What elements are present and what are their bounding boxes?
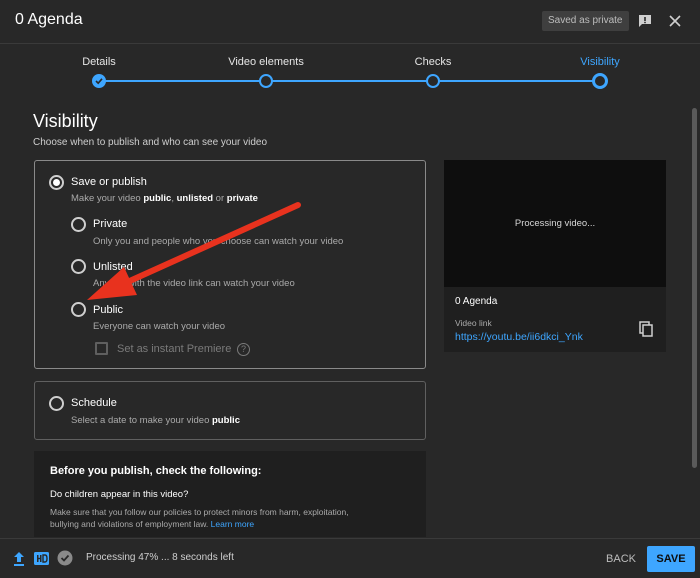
back-button[interactable]: BACK	[601, 548, 641, 570]
dialog-title: 0 Agenda	[15, 11, 83, 28]
checkmark-icon	[95, 78, 103, 85]
save-or-publish-radio[interactable]	[49, 175, 64, 190]
section-title: Visibility	[33, 111, 98, 131]
close-icon	[669, 15, 681, 27]
dialog-footer: Processing 47% ... 8 seconds left BACK S…	[0, 538, 700, 578]
close-button[interactable]	[664, 10, 686, 32]
upload-stepper: Details Video elements Checks Visibility	[0, 50, 700, 92]
save-or-publish-desc: Make your video public, unlisted or priv…	[71, 193, 258, 204]
video-link[interactable]: https://youtu.be/ii6dkci_Ynk	[455, 331, 583, 343]
preview-video-title: 0 Agenda	[455, 296, 498, 307]
schedule-radio[interactable]	[49, 396, 64, 411]
public-radio[interactable]	[71, 302, 86, 317]
step-video-elements-label[interactable]: Video elements	[228, 56, 304, 68]
section-subtitle: Choose when to publish and who can see y…	[33, 137, 268, 148]
copy-icon	[639, 321, 653, 337]
save-or-publish-label: Save or publish	[71, 176, 147, 188]
saved-status-badge: Saved as private	[542, 11, 629, 31]
video-link-label: Video link	[455, 318, 492, 328]
help-icon[interactable]: ?	[237, 343, 250, 356]
unlisted-desc: Anyone with the video link can watch you…	[93, 278, 295, 289]
before-publish-question: Do children appear in this video?	[50, 489, 189, 500]
step-details-label[interactable]: Details	[82, 56, 116, 68]
learn-more-link[interactable]: Learn more	[211, 519, 254, 529]
upload-icon	[14, 552, 24, 566]
schedule-desc: Select a date to make your video public	[71, 415, 240, 426]
hd-status-button[interactable]	[34, 551, 49, 566]
unlisted-label: Unlisted	[93, 261, 133, 273]
copy-link-button[interactable]	[637, 320, 655, 338]
dialog-header: 0 Agenda Saved as private	[0, 0, 700, 44]
step-checks-dot[interactable]	[426, 74, 440, 88]
private-desc: Only you and people who you choose can w…	[93, 236, 344, 247]
save-button[interactable]: SAVE	[647, 546, 695, 572]
video-preview-card: Processing video... 0 Agenda Video link …	[444, 160, 666, 352]
step-video-elements-dot[interactable]	[259, 74, 273, 88]
feedback-icon	[639, 15, 651, 27]
check-circle-icon	[57, 550, 73, 566]
stepper-line	[99, 80, 600, 82]
schedule-label: Schedule	[71, 397, 117, 409]
step-visibility-dot[interactable]	[592, 73, 608, 89]
feedback-button[interactable]	[634, 10, 656, 32]
private-label: Private	[93, 218, 128, 230]
checks-status-button[interactable]	[57, 550, 73, 566]
schedule-card	[34, 381, 426, 440]
upload-status-button[interactable]	[12, 551, 26, 567]
step-checks-label[interactable]: Checks	[415, 56, 452, 68]
unlisted-radio[interactable]	[71, 259, 86, 274]
video-player[interactable]: Processing video...	[444, 160, 666, 287]
processing-text: Processing video...	[514, 218, 596, 229]
step-details-dot[interactable]	[92, 74, 106, 88]
instant-premiere-checkbox[interactable]	[95, 342, 108, 355]
scrollbar-thumb[interactable]	[692, 108, 697, 468]
public-label: Public	[93, 304, 123, 316]
instant-premiere-label: Set as instant Premiere	[117, 343, 232, 355]
before-publish-title: Before you publish, check the following:	[50, 465, 262, 477]
step-visibility-label[interactable]: Visibility	[580, 56, 620, 68]
before-publish-body: Make sure that you follow our policies t…	[50, 507, 349, 529]
hd-icon	[34, 552, 49, 565]
before-publish-box: Before you publish, check the following:…	[34, 451, 426, 537]
private-radio[interactable]	[71, 217, 86, 232]
processing-status: Processing 47% ... 8 seconds left	[86, 552, 234, 563]
public-desc: Everyone can watch your video	[93, 321, 226, 332]
